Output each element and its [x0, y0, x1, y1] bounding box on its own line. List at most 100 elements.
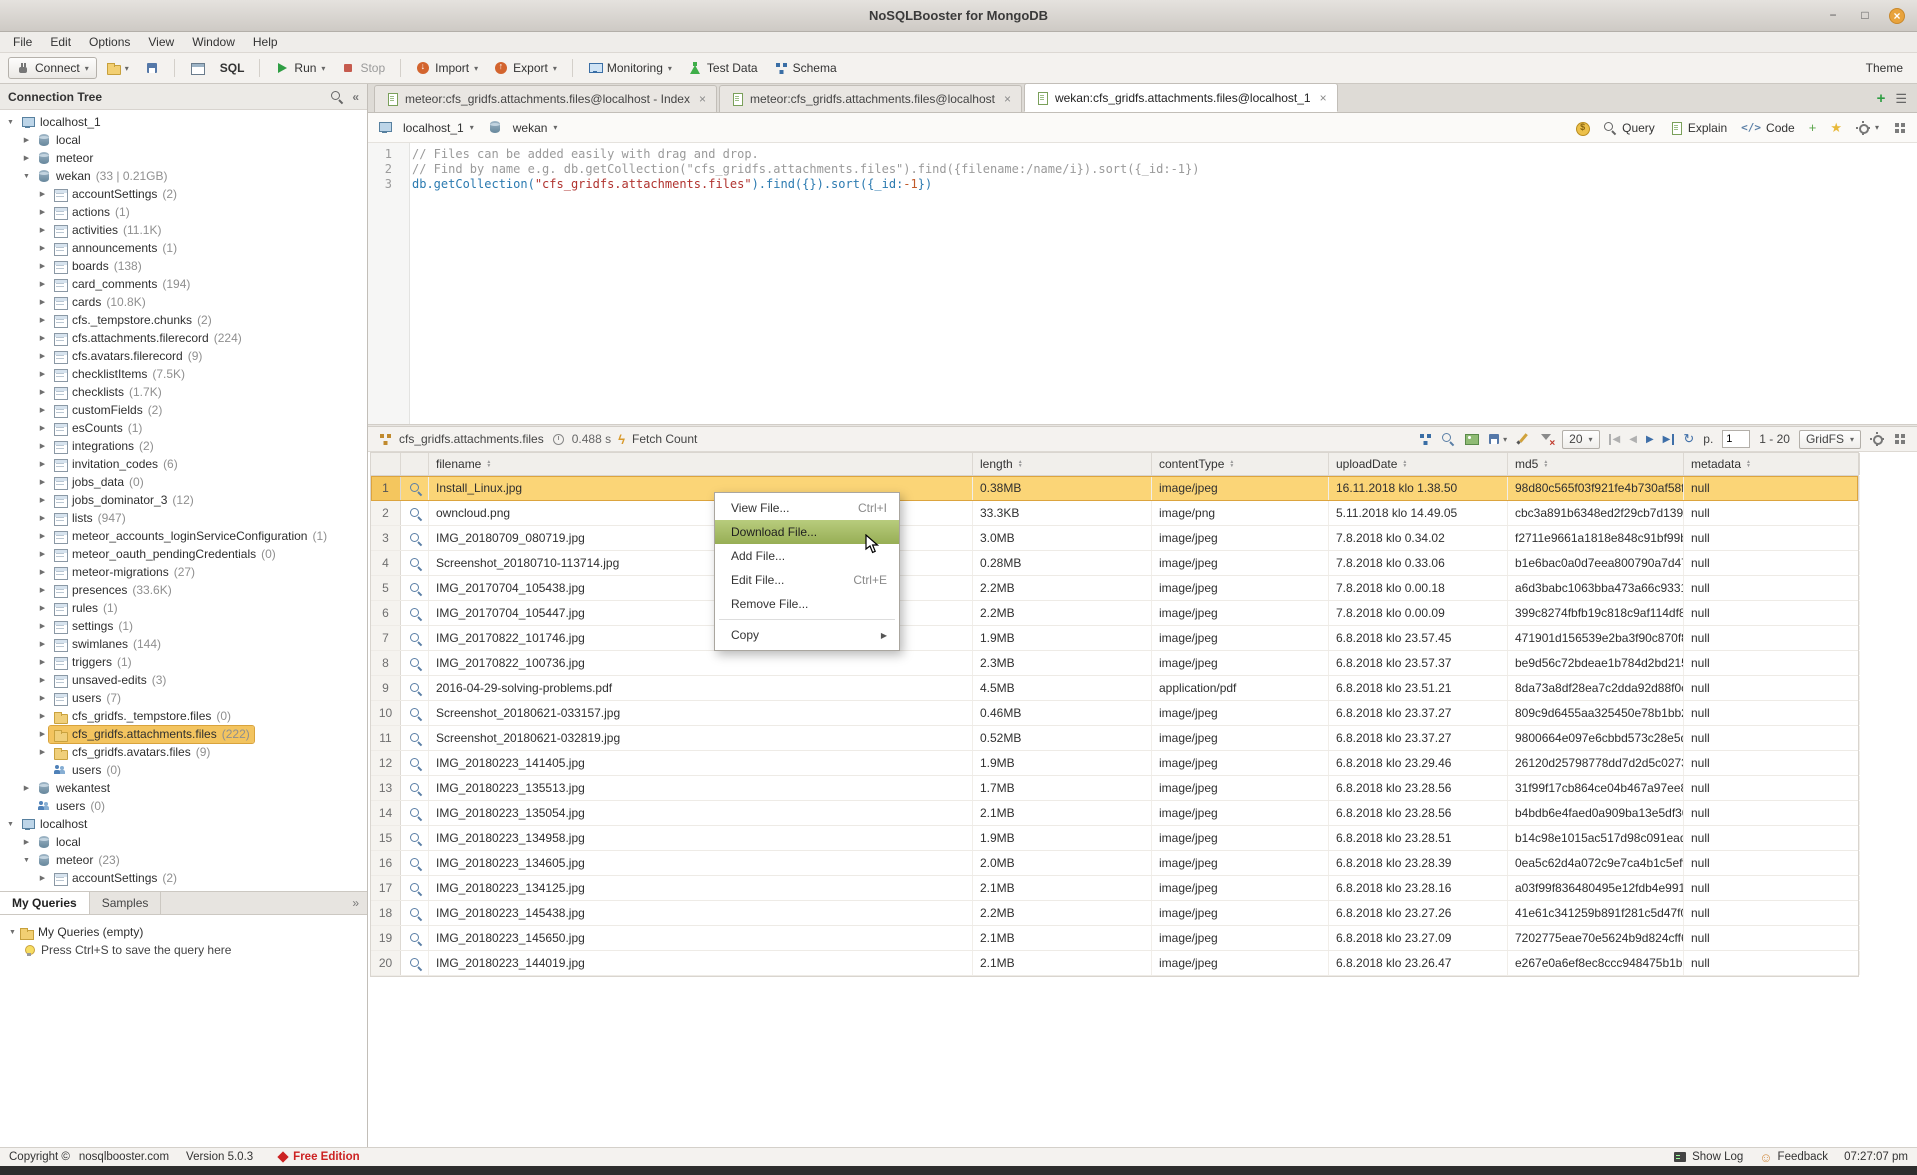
sidebar-tab[interactable]: My Queries	[0, 892, 90, 914]
table-row[interactable]: 18 IMG_20180223_145438.jpg 2.2MB image/j…	[371, 901, 1858, 926]
tree-item[interactable]: ▶ announcements (1)	[0, 239, 367, 257]
save-button[interactable]	[138, 58, 166, 78]
tree-item[interactable]: ▼ localhost	[0, 815, 367, 833]
tree-item[interactable]: ▼ localhost_1	[0, 113, 367, 131]
expand-arrow-icon[interactable]: ▶	[20, 784, 33, 792]
table-row[interactable]: 10 Screenshot_20180621-033157.jpg 0.46MB…	[371, 701, 1858, 726]
minimize-button[interactable]: −	[1825, 8, 1841, 24]
view-document-icon[interactable]	[401, 576, 429, 600]
table-row[interactable]: 6 IMG_20170704_105447.jpg 2.2MB image/jp…	[371, 601, 1858, 626]
show-log-button[interactable]: Show Log	[1673, 1150, 1743, 1164]
settings-button[interactable]: ▾	[1856, 121, 1879, 135]
table-row[interactable]: 1 Install_Linux.jpg 0.38MB image/jpeg 16…	[371, 476, 1858, 501]
table-row[interactable]: 9 2016-04-29-solving-problems.pdf 4.5MB …	[371, 676, 1858, 701]
tree-item[interactable]: ▼ meteor (23)	[0, 851, 367, 869]
expand-arrow-icon[interactable]: ▶	[20, 838, 33, 846]
table-row[interactable]: 16 IMG_20180223_134605.jpg 2.0MB image/j…	[371, 851, 1858, 876]
tree-item[interactable]: ▶ rules (1)	[0, 599, 367, 617]
my-queries-root[interactable]: ▼ My Queries (empty)	[6, 923, 361, 941]
view-as-tree-icon[interactable]	[1418, 432, 1432, 446]
table-row[interactable]: 2 owncloud.png 33.3KB image/png 5.11.201…	[371, 501, 1858, 526]
add-favorite-icon[interactable]: +	[1809, 120, 1817, 135]
last-page-button[interactable]: ▶	[1663, 434, 1675, 445]
menu-item[interactable]: Help	[244, 33, 287, 51]
column-header[interactable]: filename ▲▼	[429, 453, 973, 475]
sort-icon[interactable]: ▲▼	[1746, 460, 1751, 468]
collapse-panel-icon[interactable]: »	[352, 896, 359, 910]
refresh-icon[interactable]: ↻	[1683, 431, 1694, 447]
schema-button[interactable]: Schema	[767, 58, 844, 78]
clear-filter-icon[interactable]	[1539, 432, 1553, 446]
export-button[interactable]: Export ▾	[487, 58, 564, 78]
view-document-icon[interactable]	[401, 551, 429, 575]
close-tab-icon[interactable]: ×	[1004, 92, 1011, 106]
expand-arrow-icon[interactable]: ▶	[36, 352, 49, 360]
tree-item[interactable]: ▶ swimlanes (144)	[0, 635, 367, 653]
tree-item[interactable]: ▶ unsaved-edits (3)	[0, 671, 367, 689]
expand-arrow-icon[interactable]: ▶	[36, 334, 49, 342]
view-document-icon[interactable]	[401, 651, 429, 675]
expand-arrow-icon[interactable]: ▶	[36, 532, 49, 540]
close-tab-icon[interactable]: ×	[1320, 91, 1327, 105]
table-row[interactable]: 17 IMG_20180223_134125.jpg 2.1MB image/j…	[371, 876, 1858, 901]
import-button[interactable]: Import ▾	[409, 58, 485, 78]
maximize-results-icon[interactable]	[1893, 432, 1907, 446]
expand-arrow-icon[interactable]: ▶	[36, 640, 49, 648]
tree-item[interactable]: ▶ actions (1)	[0, 203, 367, 221]
editor-tab[interactable]: meteor:cfs_gridfs.attachments.files@loca…	[374, 85, 717, 112]
expand-arrow-icon[interactable]: ▶	[36, 406, 49, 414]
table-row[interactable]: 7 IMG_20170822_101746.jpg 1.9MB image/jp…	[371, 626, 1858, 651]
tree-item[interactable]: users (0)	[0, 797, 367, 815]
expand-arrow-icon[interactable]: ▶	[36, 460, 49, 468]
menu-item[interactable]: Edit	[41, 33, 80, 51]
view-document-icon[interactable]	[401, 751, 429, 775]
table-row[interactable]: 15 IMG_20180223_134958.jpg 1.9MB image/j…	[371, 826, 1858, 851]
context-menu-item[interactable]: Copy ▶	[715, 623, 899, 647]
tree-item[interactable]: ▶ meteor_accounts_loginServiceConfigurat…	[0, 527, 367, 545]
results-settings-icon[interactable]	[1870, 432, 1884, 446]
tree-item[interactable]: ▶ lists (947)	[0, 509, 367, 527]
table-row[interactable]: 11 Screenshot_20180621-032819.jpg 0.52MB…	[371, 726, 1858, 751]
context-menu-item[interactable]: Edit File... Ctrl+E ▶	[715, 568, 899, 592]
expand-arrow-icon[interactable]: ▶	[36, 190, 49, 198]
export-results-icon[interactable]	[1487, 432, 1501, 446]
view-document-icon[interactable]	[401, 826, 429, 850]
tree-item[interactable]: ▶ meteor	[0, 149, 367, 167]
table-row[interactable]: 13 IMG_20180223_135513.jpg 1.7MB image/j…	[371, 776, 1858, 801]
view-document-icon[interactable]	[401, 501, 429, 525]
editor-tab[interactable]: wekan:cfs_gridfs.attachments.files@local…	[1024, 83, 1338, 112]
table-row[interactable]: 4 Screenshot_20180710-113714.jpg 0.28MB …	[371, 551, 1858, 576]
open-recent-button[interactable]: ▾	[99, 58, 136, 78]
favorites-icon[interactable]: ★	[1830, 120, 1842, 136]
table-row[interactable]: 8 IMG_20170822_100736.jpg 2.3MB image/jp…	[371, 651, 1858, 676]
fetch-count-button[interactable]: Fetch Count	[632, 432, 697, 446]
first-page-button[interactable]: ◀	[1609, 434, 1621, 445]
tree-item[interactable]: ▶ jobs_dominator_3 (12)	[0, 491, 367, 509]
breadcrumb-connection[interactable]: localhost_1 ▾	[378, 121, 474, 135]
view-document-icon[interactable]	[401, 526, 429, 550]
column-header[interactable]: md5 ▲▼	[1508, 453, 1684, 475]
view-document-icon[interactable]	[401, 701, 429, 725]
run-button[interactable]: Run ▾	[268, 58, 332, 78]
query-editor[interactable]: 1// Files can be added easily with drag …	[368, 143, 1917, 424]
expand-arrow-icon[interactable]: ▶	[36, 298, 49, 306]
tree-item[interactable]: ▶ esCounts (1)	[0, 419, 367, 437]
view-document-icon[interactable]	[401, 876, 429, 900]
preview-image-icon[interactable]	[1464, 432, 1478, 446]
tree-item[interactable]: ▶ meteor-migrations (27)	[0, 563, 367, 581]
tree-item[interactable]: ▶ cfs_gridfs.avatars.files (9)	[0, 743, 367, 761]
column-header[interactable]: length ▲▼	[973, 453, 1152, 475]
tree-item[interactable]: ▶ cfs._tempstore.chunks (2)	[0, 311, 367, 329]
table-row[interactable]: 3 IMG_20180709_080719.jpg 3.0MB image/jp…	[371, 526, 1858, 551]
table-row[interactable]: 19 IMG_20180223_145650.jpg 2.1MB image/j…	[371, 926, 1858, 951]
layout-icon[interactable]	[1893, 121, 1907, 135]
find-in-results-icon[interactable]	[1441, 432, 1455, 446]
expand-arrow-icon[interactable]: ▼	[20, 173, 33, 180]
code-button[interactable]: </> Code	[1741, 121, 1795, 135]
expand-arrow-icon[interactable]: ▶	[36, 730, 49, 738]
view-document-icon[interactable]	[401, 926, 429, 950]
menu-item[interactable]: Options	[80, 33, 139, 51]
tree-item[interactable]: ▶ jobs_data (0)	[0, 473, 367, 491]
stop-button[interactable]: Stop	[334, 58, 392, 78]
expand-arrow-icon[interactable]: ▶	[36, 316, 49, 324]
